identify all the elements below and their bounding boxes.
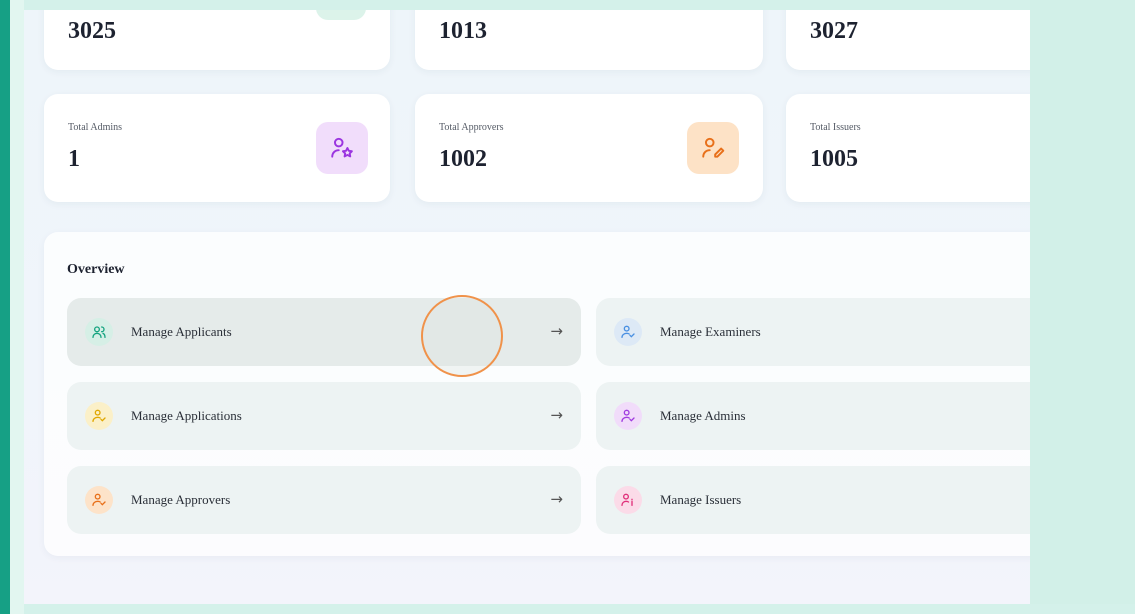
manage-applications-tile[interactable]: Manage Applications → [67, 382, 581, 450]
stat-card-approvers[interactable]: Total Approvers 1002 [415, 94, 763, 202]
stat-card-examiners[interactable]: 1013 [415, 10, 763, 70]
right-side-panel [1030, 0, 1135, 614]
user-info-icon [614, 486, 642, 514]
manage-examiners-tile[interactable]: Manage Examiners [596, 298, 1030, 366]
tile-label: Manage Approvers [131, 492, 231, 507]
stat-value: 1002 [439, 146, 487, 172]
arrow-right-icon: → [550, 322, 563, 340]
manage-issuers-tile[interactable]: Manage Issuers [596, 466, 1030, 534]
arrow-right-icon: → [550, 490, 563, 508]
manage-approvers-tile[interactable]: Manage Approvers → [67, 466, 581, 534]
stat-label: Total Admins [68, 122, 123, 133]
stat-value: 1013 [439, 18, 487, 44]
tile-label: Manage Applicants [131, 324, 232, 339]
stat-card-admins[interactable]: Total Admins 1 [44, 94, 390, 202]
dashboard-content: 3025 1013 3027 Total Admins 1 Total Appr… [24, 10, 1030, 604]
stat-card-third[interactable]: 3027 [786, 10, 1030, 70]
overview-section: Overview Manage Applicants → Manage Exam… [44, 232, 1030, 556]
stat-value: 3025 [68, 18, 116, 44]
tile-label: Manage Applications [131, 408, 242, 423]
section-title: Overview [67, 262, 125, 277]
tile-label: Manage Examiners [660, 324, 761, 339]
stat-card-applicants[interactable]: 3025 [44, 10, 390, 70]
stat-label: Total Approvers [439, 122, 504, 133]
users-icon [85, 318, 113, 346]
stat-value: 3027 [810, 18, 858, 44]
user-check-icon [614, 318, 642, 346]
stat-card-issuers[interactable]: Total Issuers 1005 [786, 94, 1030, 202]
user-check-icon [85, 402, 113, 430]
user-pen-icon [687, 122, 739, 174]
user-check-icon [85, 486, 113, 514]
users-icon [316, 10, 366, 20]
user-check-icon [614, 402, 642, 430]
tile-label: Manage Admins [660, 408, 746, 423]
manage-admins-tile[interactable]: Manage Admins [596, 382, 1030, 450]
left-accent-bar [0, 0, 10, 614]
stat-value: 1005 [810, 146, 858, 172]
stat-value: 1 [68, 146, 80, 172]
arrow-right-icon: → [550, 406, 563, 424]
left-gutter [10, 0, 24, 614]
bottom-strip [24, 604, 1135, 614]
click-indicator [421, 295, 503, 377]
user-star-icon [316, 122, 368, 174]
manage-applicants-tile[interactable]: Manage Applicants → [67, 298, 581, 366]
tile-label: Manage Issuers [660, 492, 742, 507]
stat-label: Total Issuers [810, 122, 861, 133]
